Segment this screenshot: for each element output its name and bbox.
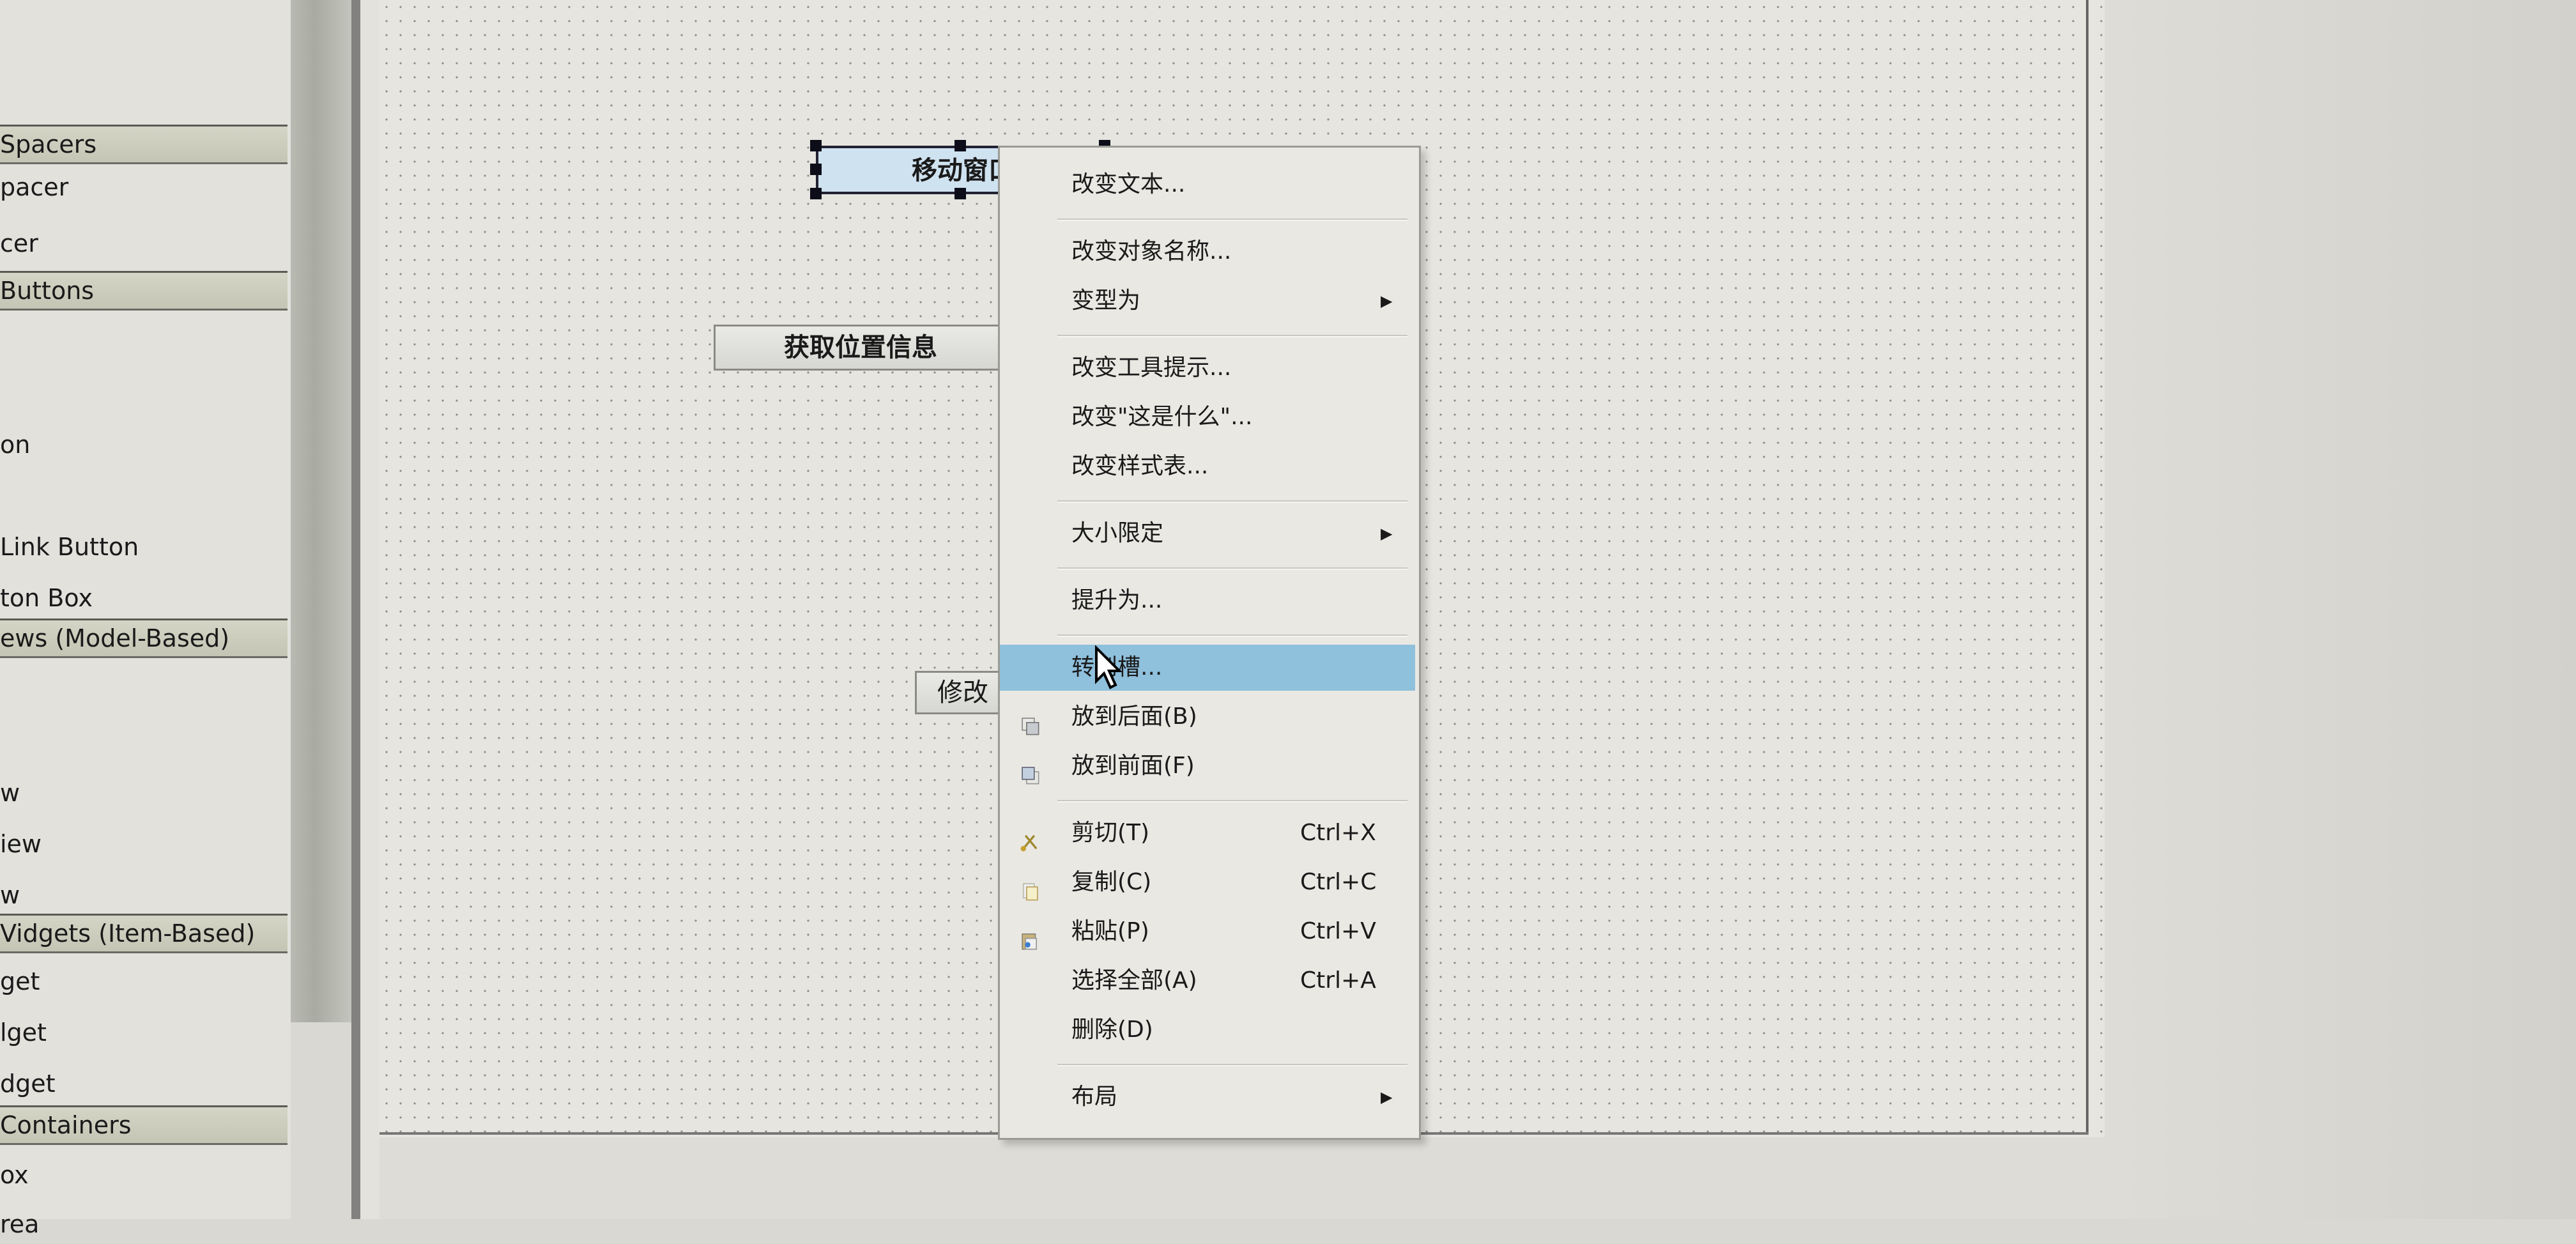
menu-item-label: 改变工具提示... bbox=[1071, 355, 1232, 381]
mdi-background bbox=[2104, 0, 2576, 1219]
menu-separator bbox=[1057, 634, 1407, 637]
menu-item-shortcut: Ctrl+C bbox=[1300, 869, 1377, 895]
menu-item-label: 改变"这是什么"... bbox=[1071, 404, 1253, 430]
menu-separator bbox=[1057, 500, 1407, 503]
menu-item-label: 剪切(T) bbox=[1071, 820, 1150, 846]
menu-item[interactable]: 改变文本... bbox=[1000, 162, 1415, 208]
widget-category[interactable]: Containers bbox=[0, 1105, 288, 1145]
widget-item[interactable] bbox=[0, 323, 291, 362]
menu-item[interactable]: 布局 ▶ bbox=[1000, 1074, 1415, 1120]
menu-separator bbox=[1057, 1064, 1407, 1066]
menu-item[interactable]: 转到槽... bbox=[1000, 645, 1415, 691]
menu-item-label: 选择全部(A) bbox=[1071, 967, 1197, 994]
menu-item-label: 粘贴(P) bbox=[1071, 918, 1149, 944]
widget-item[interactable] bbox=[0, 374, 291, 413]
menu-item[interactable]: 删除(D) bbox=[1000, 1007, 1415, 1053]
menu-item-label: 复制(C) bbox=[1071, 869, 1152, 895]
widget-item[interactable]: iew bbox=[0, 824, 291, 864]
bring-to-front-icon bbox=[1019, 756, 1041, 785]
submenu-arrow-icon: ▶ bbox=[1381, 525, 1393, 542]
menu-item[interactable]: 提升为... bbox=[1000, 578, 1415, 624]
submenu-arrow-icon: ▶ bbox=[1381, 1088, 1393, 1106]
paste-icon bbox=[1019, 921, 1041, 950]
menu-item-shortcut: Ctrl+V bbox=[1300, 918, 1376, 944]
menu-item-label: 布局 bbox=[1071, 1084, 1118, 1110]
widget-item[interactable]: ton Box bbox=[0, 578, 291, 618]
menu-separator bbox=[1057, 800, 1407, 802]
menu-item[interactable]: 改变样式表... bbox=[1000, 443, 1415, 489]
widget-category[interactable]: Vidgets (Item-Based) bbox=[0, 914, 288, 953]
dock-gap bbox=[360, 0, 379, 1219]
menu-item-label: 删除(D) bbox=[1071, 1017, 1153, 1043]
resize-handle[interactable] bbox=[810, 188, 822, 199]
context-menu: 改变文本... 改变对象名称... 变型为 ▶ 改变工具提示... 改变"这是什么"...… bbox=[998, 146, 1421, 1140]
submenu-arrow-icon: ▶ bbox=[1381, 292, 1393, 310]
resize-handle[interactable] bbox=[810, 140, 822, 151]
resize-handle[interactable] bbox=[954, 188, 966, 199]
widget-item[interactable]: lget bbox=[0, 1013, 291, 1052]
menu-item[interactable]: 放到后面(B) bbox=[1000, 694, 1415, 740]
widget-item[interactable]: w bbox=[0, 773, 291, 813]
menu-item-label: 改变对象名称... bbox=[1071, 238, 1232, 265]
send-to-back-icon bbox=[1019, 707, 1041, 735]
widget-item[interactable]: pacer bbox=[0, 167, 291, 207]
widget-item[interactable] bbox=[0, 722, 291, 762]
menu-item-label: 提升为... bbox=[1071, 587, 1163, 613]
widget-category[interactable]: ews (Model-Based) bbox=[0, 618, 288, 658]
menu-separator bbox=[1057, 219, 1407, 221]
widget-item[interactable]: w bbox=[0, 875, 291, 915]
mouse-cursor-icon bbox=[1095, 645, 1123, 689]
widget-item[interactable]: dget bbox=[0, 1064, 291, 1103]
copy-icon bbox=[1019, 872, 1041, 901]
menu-item-shortcut: Ctrl+X bbox=[1300, 820, 1376, 846]
menu-item-label: 改变文本... bbox=[1071, 171, 1186, 197]
menu-item-label: 改变样式表... bbox=[1071, 453, 1209, 479]
widget-item[interactable] bbox=[0, 671, 291, 710]
mdi-area bbox=[379, 1137, 2104, 1219]
menu-item-shortcut: Ctrl+A bbox=[1300, 967, 1376, 994]
widget-item[interactable]: ox bbox=[0, 1155, 291, 1195]
menu-separator bbox=[1057, 335, 1407, 337]
widget-item[interactable]: rea bbox=[0, 1204, 291, 1244]
menu-item-label: 大小限定 bbox=[1071, 520, 1164, 546]
widget-category[interactable]: Spacers bbox=[0, 125, 288, 164]
cut-icon bbox=[1019, 823, 1041, 852]
menu-item[interactable]: 放到前面(F) bbox=[1000, 743, 1415, 789]
widget-item[interactable]: get bbox=[0, 962, 291, 1001]
widget-category[interactable]: Buttons bbox=[0, 271, 288, 311]
resize-handle[interactable] bbox=[810, 164, 822, 175]
menu-item-label: 放到后面(B) bbox=[1071, 703, 1197, 730]
menu-item[interactable]: 改变工具提示... bbox=[1000, 345, 1415, 391]
get-position-button[interactable]: 获取位置信息 bbox=[714, 325, 1008, 371]
widget-box: Spacers pacer cer Buttons on Link Button ton… bbox=[0, 0, 291, 1238]
menu-item[interactable]: 粘贴(P) Ctrl+V bbox=[1000, 909, 1415, 955]
widget-item[interactable]: cer bbox=[0, 224, 291, 263]
menu-separator bbox=[1057, 567, 1407, 570]
menu-item[interactable]: 剪切(T) Ctrl+X bbox=[1000, 810, 1415, 856]
modify-button[interactable]: 修改 bbox=[915, 671, 1011, 714]
menu-item[interactable]: 改变对象名称... bbox=[1000, 229, 1415, 275]
menu-item[interactable]: 变型为 ▶ bbox=[1000, 278, 1415, 324]
dock-splitter[interactable] bbox=[351, 0, 360, 1219]
widget-box-scrollbar[interactable] bbox=[291, 0, 351, 1022]
menu-item[interactable]: 改变"这是什么"... bbox=[1000, 394, 1415, 440]
menu-item[interactable]: 选择全部(A) Ctrl+A bbox=[1000, 958, 1415, 1004]
widget-item[interactable]: Link Button bbox=[0, 527, 291, 567]
menu-item-label: 放到前面(F) bbox=[1071, 753, 1195, 779]
menu-item[interactable]: 大小限定 ▶ bbox=[1000, 511, 1415, 557]
menu-item[interactable]: 复制(C) Ctrl+C bbox=[1000, 859, 1415, 905]
widget-item[interactable] bbox=[0, 476, 291, 516]
form-border-right bbox=[2086, 0, 2089, 1134]
menu-item-label: 变型为 bbox=[1071, 288, 1141, 314]
resize-handle[interactable] bbox=[954, 140, 966, 151]
widget-item[interactable]: on bbox=[0, 425, 291, 465]
